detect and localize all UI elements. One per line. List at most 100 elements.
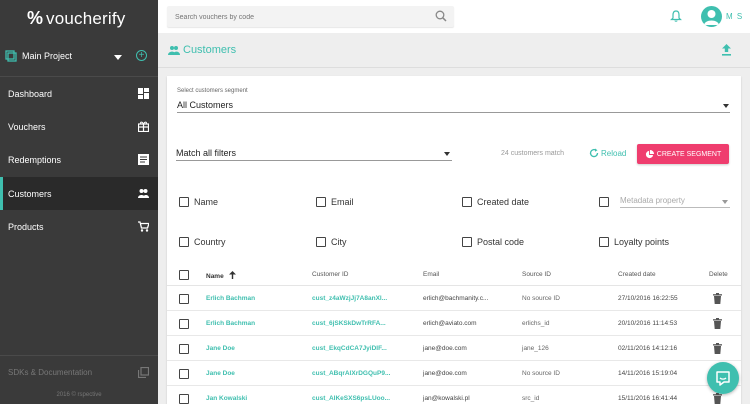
- sidebar-item-dashboard[interactable]: Dashboard: [0, 77, 158, 110]
- sidebar-item-label: Vouchers: [8, 121, 46, 132]
- people-icon: [138, 189, 149, 198]
- customer-name-link[interactable]: Jan Kowalski: [206, 395, 247, 402]
- user-initials[interactable]: M S: [726, 12, 743, 21]
- filter-label: Email: [331, 197, 354, 207]
- filter-country[interactable]: Country: [179, 237, 226, 247]
- sidebar: % voucherify Main Project + Dashboard Vo…: [0, 0, 158, 404]
- trash-icon[interactable]: [713, 293, 722, 304]
- trash-icon[interactable]: [713, 393, 722, 404]
- column-header-name[interactable]: Name: [206, 271, 236, 280]
- row-checkbox[interactable]: [179, 294, 189, 304]
- reload-button[interactable]: Reload: [589, 148, 626, 158]
- table-row[interactable]: Jan Kowalski cust_AlKeSXS6psLUoo... jan@ko…: [167, 386, 741, 404]
- reload-icon: [589, 148, 599, 158]
- trash-icon[interactable]: [713, 343, 722, 354]
- column-header-delete: Delete: [709, 271, 728, 278]
- sidebar-item-label: Redemptions: [8, 154, 62, 165]
- customer-created-date: 02/11/2016 14:12:16: [618, 345, 678, 352]
- project-name: Main Project: [22, 51, 73, 61]
- row-checkbox[interactable]: [179, 319, 189, 329]
- column-header-created-date[interactable]: Created date: [618, 271, 656, 278]
- column-header-email[interactable]: Email: [423, 271, 439, 278]
- customer-id-link[interactable]: cust_ABqrAlXrDGQuP9...: [312, 370, 390, 377]
- table-row[interactable]: Jane Doe cust_EkqCdCA7JyiDIF... jane@doe.c…: [167, 336, 741, 361]
- checkbox[interactable]: [316, 197, 326, 207]
- sdk-documentation-link[interactable]: SDKs & Documentation: [0, 364, 158, 382]
- filter-created-date[interactable]: Created date: [462, 197, 529, 207]
- checkbox[interactable]: [316, 237, 326, 247]
- copyright: 2016 © rspective: [56, 392, 102, 398]
- sidebar-item-redemptions[interactable]: Redemptions: [0, 143, 158, 176]
- customer-id-link[interactable]: cust_AlKeSXS6psLUoo...: [312, 395, 390, 402]
- table-row[interactable]: Jane Doe cust_ABqrAlXrDGQuP9... jane@doe.c…: [167, 361, 741, 386]
- table-row[interactable]: Erlich Bachman cust_6jSKSkDwTrRFA... erlic…: [167, 311, 741, 336]
- customer-name-link[interactable]: Jane Doe: [206, 345, 235, 352]
- customer-id-link[interactable]: cust_6jSKSkDwTrRFA...: [312, 320, 386, 327]
- row-checkbox[interactable]: [179, 344, 189, 354]
- sidebar-item-label: Products: [8, 221, 44, 232]
- user-icon: [704, 10, 719, 25]
- checkbox[interactable]: [179, 197, 189, 207]
- customer-id-link[interactable]: cust_z4aWzjJj7A8anXl...: [312, 295, 387, 302]
- select-all-checkbox[interactable]: [179, 270, 189, 280]
- customer-email: jane@doe.com: [423, 370, 467, 377]
- avatar[interactable]: [701, 6, 722, 27]
- filter-email[interactable]: Email: [316, 197, 354, 207]
- customers-match-count: 24 customers match: [501, 150, 565, 157]
- search-box: [167, 6, 454, 28]
- column-header-source-id[interactable]: Source ID: [522, 271, 551, 278]
- column-header-customer-id[interactable]: Customer ID: [312, 271, 348, 278]
- search-input[interactable]: [167, 7, 417, 28]
- pie-chart-icon: [645, 149, 654, 158]
- project-switcher[interactable]: Main Project +: [0, 46, 158, 68]
- filter-name[interactable]: Name: [179, 197, 218, 207]
- gift-icon: [138, 121, 149, 132]
- checkbox[interactable]: [462, 237, 472, 247]
- checkbox[interactable]: [599, 197, 609, 207]
- checkbox[interactable]: [599, 237, 609, 247]
- sdk-label: SDKs & Documentation: [8, 368, 93, 377]
- chat-button[interactable]: [707, 362, 739, 394]
- row-checkbox[interactable]: [179, 369, 189, 379]
- app-logo[interactable]: % voucherify: [27, 8, 126, 29]
- customer-source-id: src_id: [522, 395, 540, 402]
- customer-name-link[interactable]: Erlich Bachman: [206, 295, 255, 302]
- filter-city[interactable]: City: [316, 237, 347, 247]
- chevron-down-icon[interactable]: [114, 55, 122, 60]
- customer-created-date: 20/10/2016 11:14:53: [618, 320, 678, 327]
- customer-name-link[interactable]: Erlich Bachman: [206, 320, 255, 327]
- search-icon[interactable]: [435, 10, 447, 22]
- row-checkbox[interactable]: [179, 394, 189, 404]
- checkbox[interactable]: [179, 237, 189, 247]
- column-header-label: Name: [206, 273, 224, 280]
- create-segment-button[interactable]: CREATE SEGMENT: [637, 144, 729, 164]
- sidebar-item-label: Dashboard: [8, 88, 53, 99]
- library-icon: [138, 367, 149, 378]
- trash-icon[interactable]: [713, 318, 722, 329]
- filter-label: Loyalty points: [614, 237, 670, 247]
- filter-label: City: [331, 237, 347, 247]
- segment-select[interactable]: All Customers: [177, 99, 730, 113]
- sidebar-item-products[interactable]: Products: [0, 210, 158, 243]
- chevron-down-icon: [444, 152, 450, 156]
- checkbox[interactable]: [462, 197, 472, 207]
- sidebar-item-customers[interactable]: Customers: [0, 177, 158, 210]
- customer-email: erlich@aviato.com: [423, 320, 477, 327]
- list-icon: [138, 154, 149, 165]
- table-row[interactable]: Erlich Bachman cust_z4aWzjJj7A8anXl... erl…: [167, 286, 741, 311]
- metadata-property-select[interactable]: Metadata property: [620, 196, 730, 208]
- add-project-icon[interactable]: +: [136, 50, 147, 61]
- customer-created-date: 15/11/2016 16:41:44: [618, 395, 678, 402]
- bell-icon[interactable]: [670, 10, 682, 22]
- customer-name-link[interactable]: Jane Doe: [206, 370, 235, 377]
- match-filters-value: Match all filters: [176, 148, 237, 158]
- sidebar-item-vouchers[interactable]: Vouchers: [0, 110, 158, 143]
- filter-loyalty-points[interactable]: Loyalty points: [599, 237, 669, 247]
- match-filters-select[interactable]: Match all filters: [176, 147, 452, 161]
- filter-metadata[interactable]: [599, 197, 609, 207]
- logo-mark: %: [27, 8, 44, 28]
- filter-postal-code[interactable]: Postal code: [462, 237, 524, 247]
- filter-label: Name: [194, 197, 219, 207]
- export-icon[interactable]: [721, 44, 732, 56]
- customer-id-link[interactable]: cust_EkqCdCA7JyiDIF...: [312, 345, 387, 352]
